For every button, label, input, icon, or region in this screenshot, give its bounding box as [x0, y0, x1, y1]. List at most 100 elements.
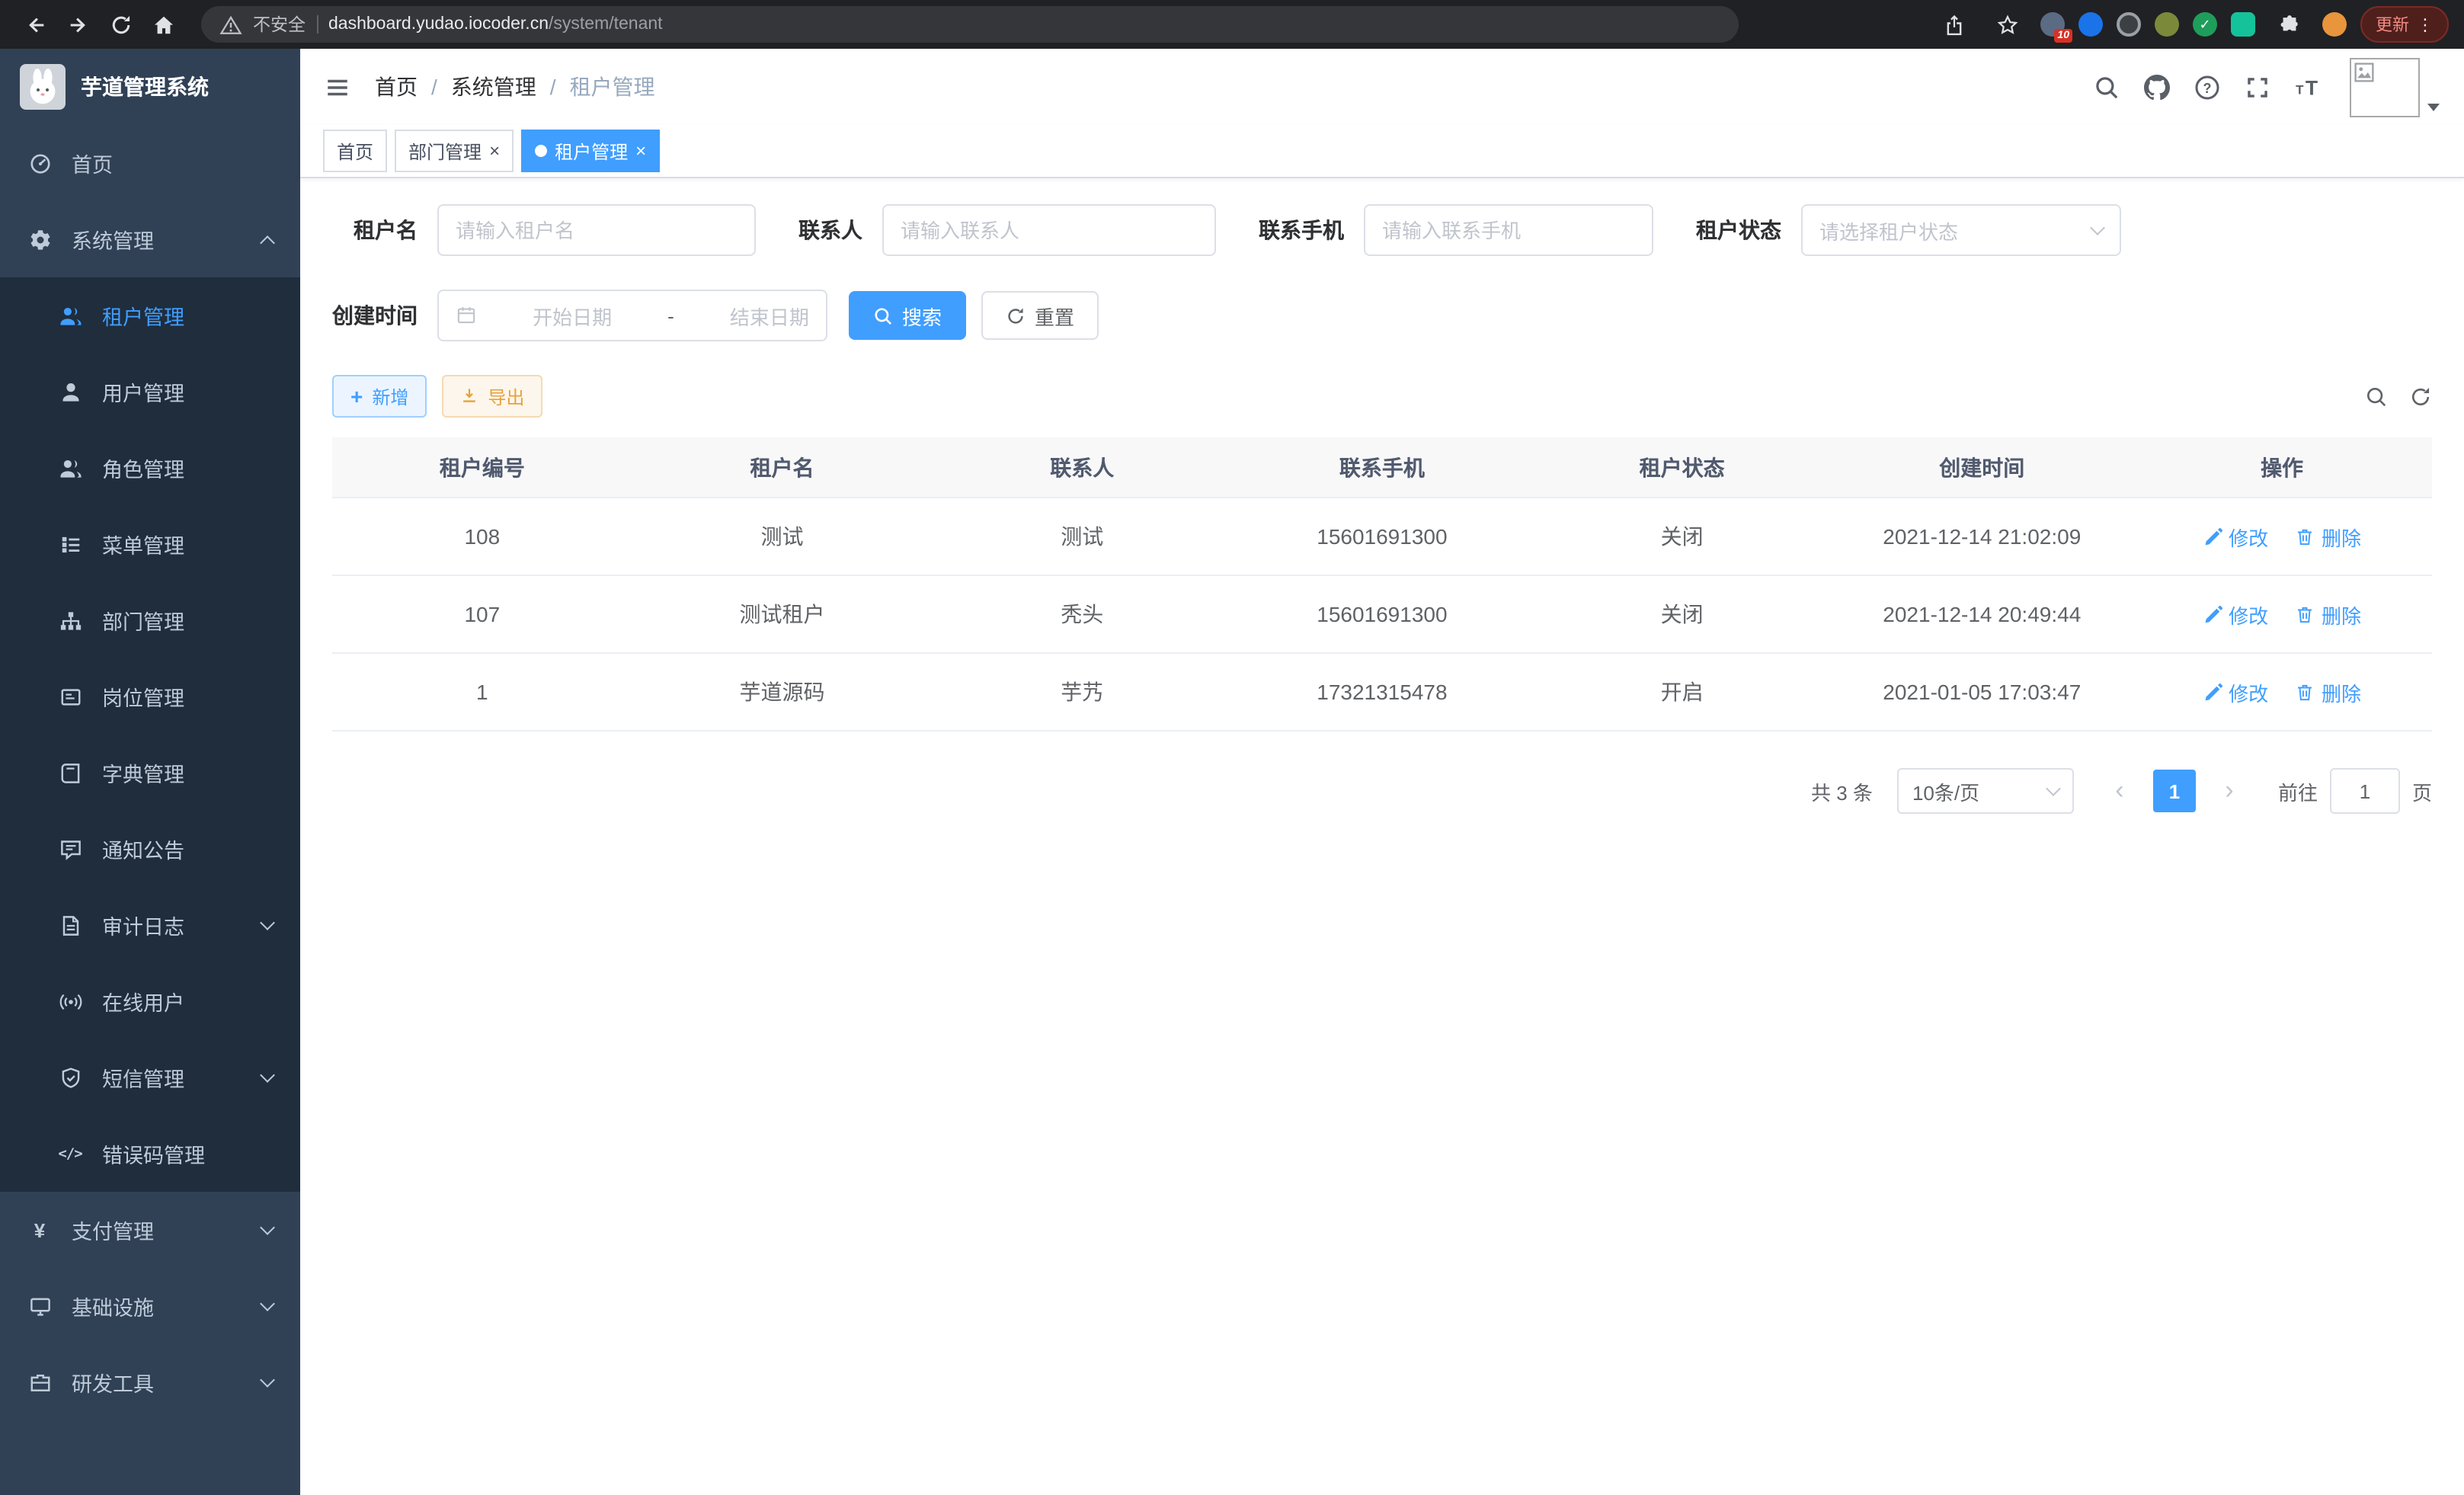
- sidebar-item-post[interactable]: 岗位管理: [0, 658, 300, 735]
- goto-page-input[interactable]: [2330, 768, 2400, 814]
- extensions-puzzle-icon[interactable]: [2269, 5, 2309, 44]
- chevron-down-icon: [260, 914, 275, 930]
- yen-icon: ¥: [27, 1220, 52, 1240]
- fullscreen-icon[interactable]: [2243, 72, 2272, 101]
- delete-button[interactable]: 删除: [2296, 600, 2361, 629]
- tags-view-bar: 首页 部门管理 × 租户管理 ×: [300, 125, 2464, 178]
- tab-dept[interactable]: 部门管理 ×: [395, 130, 514, 172]
- extension-icon-dark-ring[interactable]: [2117, 12, 2141, 37]
- extension-badge: 10: [2054, 29, 2072, 43]
- refresh-table-icon[interactable]: [2409, 385, 2432, 408]
- tenant-name-input[interactable]: [456, 219, 738, 242]
- browser-refresh-button[interactable]: [101, 5, 140, 44]
- page-number-button[interactable]: 1: [2153, 770, 2196, 812]
- toggle-search-icon[interactable]: [2365, 385, 2388, 408]
- export-button[interactable]: 导出: [442, 375, 542, 418]
- browser-back-button[interactable]: [15, 5, 55, 44]
- sidebar-item-sms[interactable]: 短信管理: [0, 1039, 300, 1116]
- extension-icon-olive[interactable]: [2155, 12, 2179, 37]
- next-page-button[interactable]: ›: [2208, 770, 2251, 812]
- sidebar-item-dept[interactable]: 部门管理: [0, 582, 300, 658]
- cell-status: 关闭: [1532, 498, 1832, 575]
- close-icon[interactable]: ×: [635, 142, 646, 160]
- cell-created: 2021-01-05 17:03:47: [1832, 653, 2132, 731]
- browser-menu-icon[interactable]: ⋮: [2417, 14, 2434, 34]
- message-icon: [58, 837, 82, 860]
- omnibox-divider: [316, 15, 318, 34]
- font-size-icon[interactable]: TT: [2293, 72, 2322, 101]
- edit-button[interactable]: 修改: [2203, 677, 2268, 706]
- extension-icon-with-badge[interactable]: 10: [2040, 12, 2065, 37]
- plus-icon: +: [350, 386, 363, 407]
- sidebar-item-payment[interactable]: ¥ 支付管理: [0, 1192, 300, 1268]
- breadcrumb-system[interactable]: 系统管理: [451, 72, 536, 102]
- table-header-row: 租户编号 租户名 联系人 联系手机 租户状态 创建时间 操作: [332, 437, 2432, 498]
- chevron-down-icon: [260, 1372, 275, 1387]
- sidebar-item-role[interactable]: 角色管理: [0, 430, 300, 506]
- page-size-select[interactable]: 10条/页: [1897, 768, 2074, 814]
- date-start-input[interactable]: 开始日期: [533, 301, 612, 330]
- edit-button[interactable]: 修改: [2203, 600, 2268, 629]
- phone-input[interactable]: [1382, 219, 1635, 242]
- status-select[interactable]: 请选择租户状态: [1801, 204, 2121, 256]
- add-button[interactable]: + 新增: [332, 375, 427, 418]
- sidebar-item-menu[interactable]: 菜单管理: [0, 506, 300, 582]
- reset-button[interactable]: 重置: [981, 291, 1099, 340]
- not-secure-label[interactable]: 不安全: [253, 12, 306, 37]
- browser-home-button[interactable]: [143, 5, 183, 44]
- browser-forward-button[interactable]: [58, 5, 98, 44]
- contact-input[interactable]: [901, 219, 1198, 242]
- profile-avatar-icon[interactable]: [2322, 12, 2347, 37]
- gear-icon: [27, 228, 52, 251]
- cell-created: 2021-12-14 20:49:44: [1832, 575, 2132, 653]
- sidebar-item-audit-log[interactable]: 审计日志: [0, 887, 300, 963]
- share-icon[interactable]: [1934, 5, 1973, 44]
- extension-icon-green-check[interactable]: ✓: [2193, 12, 2217, 37]
- bookmark-star-icon[interactable]: [1987, 5, 2027, 44]
- browser-address-bar[interactable]: 不安全 dashboard.yudao.iocoder.cn/system/te…: [201, 6, 1739, 43]
- filter-row-1: 租户名 联系人 联系手机: [332, 204, 2432, 256]
- sidebar-item-user[interactable]: 用户管理: [0, 354, 300, 430]
- delete-button[interactable]: 删除: [2296, 677, 2361, 706]
- edit-button[interactable]: 修改: [2203, 522, 2268, 551]
- cell-created: 2021-12-14 21:02:09: [1832, 498, 2132, 575]
- app-logo[interactable]: 芋道管理系统: [0, 49, 300, 125]
- extension-icon-blue[interactable]: [2078, 12, 2103, 37]
- github-icon[interactable]: [2142, 72, 2171, 101]
- tab-home[interactable]: 首页: [323, 130, 387, 172]
- svg-text:T: T: [2296, 82, 2304, 97]
- sidebar-item-error-code[interactable]: </> 错误码管理: [0, 1116, 300, 1192]
- date-range-picker[interactable]: 开始日期 - 结束日期: [437, 290, 827, 341]
- tab-tenant[interactable]: 租户管理 ×: [521, 130, 660, 172]
- user-avatar-dropdown[interactable]: [2350, 57, 2440, 117]
- sidebar-fold-icon[interactable]: [325, 74, 350, 100]
- close-icon[interactable]: ×: [489, 142, 500, 160]
- breadcrumb-home[interactable]: 首页: [375, 72, 418, 102]
- cell-contact: 测试: [932, 498, 1232, 575]
- delete-button[interactable]: 删除: [2296, 522, 2361, 551]
- page-url[interactable]: dashboard.yudao.iocoder.cn/system/tenant: [328, 15, 663, 34]
- prev-page-button[interactable]: ‹: [2098, 770, 2141, 812]
- contact-field: [882, 204, 1216, 256]
- filter-row-2: 创建时间 开始日期 - 结束日期 搜索 重置: [332, 290, 2432, 341]
- sidebar-item-tenant[interactable]: 租户管理: [0, 277, 300, 354]
- extension-icon-green-square[interactable]: [2231, 12, 2255, 37]
- logo-image: [20, 64, 66, 110]
- table-toolbar: + 新增 导出: [332, 375, 2432, 418]
- dashboard-icon: [27, 152, 52, 174]
- sidebar-item-devtools[interactable]: 研发工具: [0, 1344, 300, 1420]
- search-button[interactable]: 搜索: [849, 291, 966, 340]
- sidebar-item-dict[interactable]: 字典管理: [0, 735, 300, 811]
- tenant-name-label: 租户名: [332, 215, 418, 245]
- sidebar-item-infra[interactable]: 基础设施: [0, 1268, 300, 1344]
- date-end-input[interactable]: 结束日期: [730, 301, 809, 330]
- sidebar-item-home[interactable]: 首页: [0, 125, 300, 201]
- chrome-update-button[interactable]: 更新 ⋮: [2360, 6, 2449, 43]
- sidebar-item-online-user[interactable]: 在线用户: [0, 963, 300, 1039]
- header-search-icon[interactable]: [2092, 72, 2121, 101]
- active-dot: [535, 145, 547, 157]
- sidebar-item-system[interactable]: 系统管理: [0, 201, 300, 277]
- help-icon[interactable]: ?: [2193, 72, 2222, 101]
- list-icon: [58, 533, 82, 555]
- sidebar-item-notice[interactable]: 通知公告: [0, 811, 300, 887]
